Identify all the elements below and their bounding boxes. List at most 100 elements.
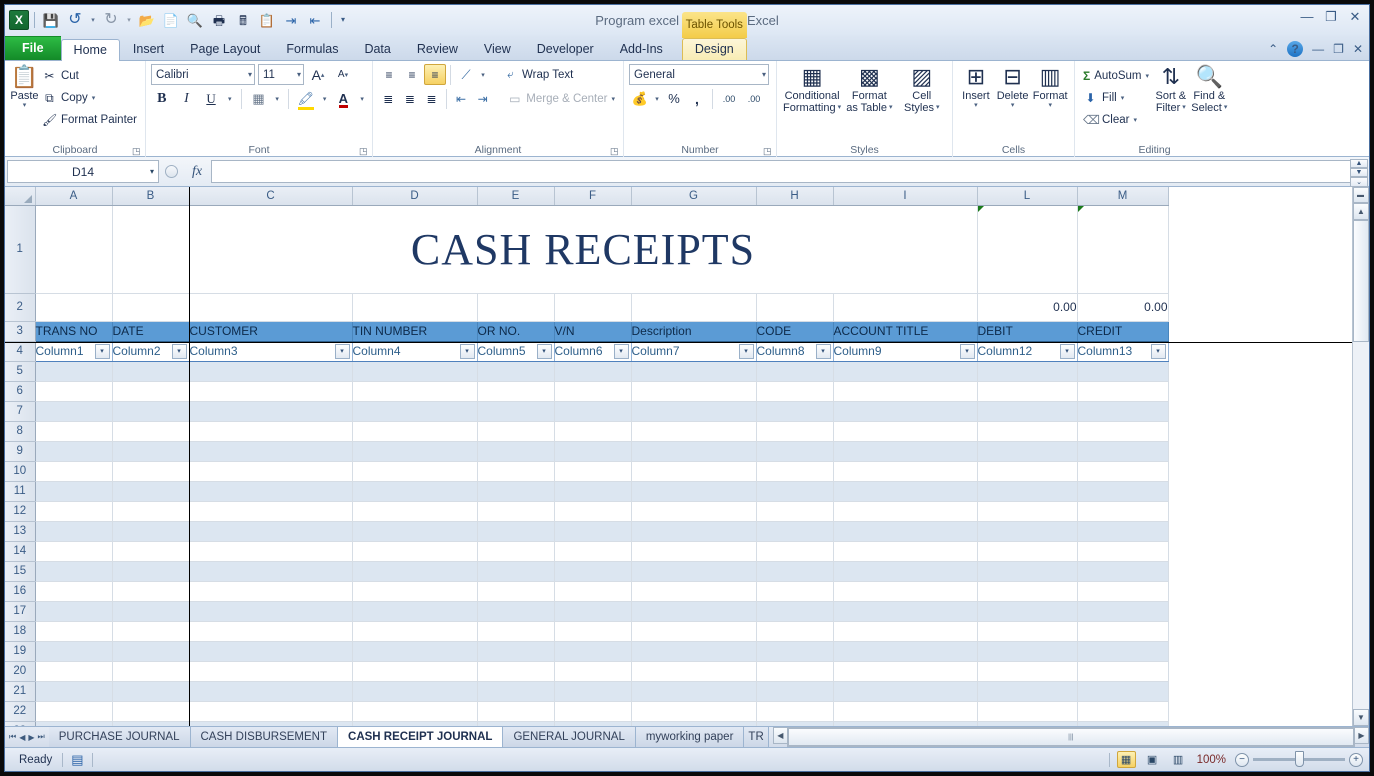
cell-H12[interactable] xyxy=(756,501,834,522)
cell-B6[interactable] xyxy=(112,381,190,402)
cell-M5[interactable] xyxy=(1077,361,1169,382)
cell-H19[interactable] xyxy=(756,641,834,662)
row-header-23[interactable]: 23 xyxy=(5,721,36,726)
align-right-button[interactable]: ≣ xyxy=(421,88,442,109)
table-row[interactable]: 15 xyxy=(5,561,1169,582)
sheet-tab-cash-disbursement[interactable]: CASH DISBURSEMENT xyxy=(190,727,339,747)
cell-I13[interactable] xyxy=(833,521,978,542)
vertical-scrollbar[interactable]: ▬ ▲ ▼ xyxy=(1352,187,1369,726)
header-tin-number[interactable]: TIN NUMBER xyxy=(352,321,478,342)
vertical-scroll-track[interactable] xyxy=(1353,342,1369,709)
tab-add-ins[interactable]: Add-Ins xyxy=(607,38,676,61)
macro-record-icon[interactable]: ▤ xyxy=(63,752,91,768)
filter-column6[interactable]: Column6 ▾ xyxy=(554,341,632,362)
cell-L10[interactable] xyxy=(977,461,1078,482)
name-box-dropdown-icon[interactable]: ▾ xyxy=(150,167,154,176)
window-close-icon[interactable]: ✕ xyxy=(1353,42,1363,56)
cell-I15[interactable] xyxy=(833,561,978,582)
cell-D13[interactable] xyxy=(352,521,478,542)
cell-E15[interactable] xyxy=(477,561,555,582)
column-header-A[interactable]: A xyxy=(35,187,113,206)
cell-E7[interactable] xyxy=(477,401,555,422)
decrease-indent-button[interactable]: ⇤ xyxy=(451,88,472,109)
cell-H21[interactable] xyxy=(756,681,834,702)
filter-dropdown-icon[interactable]: ▾ xyxy=(613,343,629,359)
formula-bar-down-icon[interactable]: ▼ xyxy=(1350,168,1368,177)
cell-I6[interactable] xyxy=(833,381,978,402)
cell-G23[interactable] xyxy=(631,721,757,726)
sort-filter-dropdown-icon[interactable]: ▾ xyxy=(1182,104,1186,112)
cell-G21[interactable] xyxy=(631,681,757,702)
cell-H10[interactable] xyxy=(756,461,834,482)
cell-L6[interactable] xyxy=(977,381,1078,402)
conditional-formatting-dropdown-icon[interactable]: ▾ xyxy=(838,104,842,112)
insert-cells-dropdown-icon[interactable]: ▾ xyxy=(974,102,978,110)
table-row[interactable]: 21 xyxy=(5,681,1169,702)
cell-A8[interactable] xyxy=(35,421,113,442)
column-header-row[interactable]: A B C D E F G H I L M xyxy=(5,187,1169,206)
cell-I5[interactable] xyxy=(833,361,978,382)
format-as-table-button[interactable]: ▩ Format as Table ▾ xyxy=(842,64,896,143)
cell-A19[interactable] xyxy=(35,641,113,662)
name-box-resize-handle[interactable] xyxy=(159,157,183,186)
underline-dropdown-icon[interactable]: ▾ xyxy=(225,88,235,109)
cell-L20[interactable] xyxy=(977,661,1078,682)
cell-L9[interactable] xyxy=(977,441,1078,462)
cell-D9[interactable] xyxy=(352,441,478,462)
cell-M21[interactable] xyxy=(1077,681,1169,702)
window-minimize-icon-top[interactable]: — xyxy=(1299,9,1315,25)
cell-H13[interactable] xyxy=(756,521,834,542)
row-header-6[interactable]: 6 xyxy=(5,381,36,402)
find-select-dropdown-icon[interactable]: ▾ xyxy=(1224,104,1228,112)
table-row[interactable]: 19 xyxy=(5,641,1169,662)
scroll-up-button[interactable]: ▲ xyxy=(1353,203,1369,220)
cell-D10[interactable] xyxy=(352,461,478,482)
filter-dropdown-icon[interactable]: ▾ xyxy=(171,343,187,359)
cell-L16[interactable] xyxy=(977,581,1078,602)
cell-A13[interactable] xyxy=(35,521,113,542)
cell-I16[interactable] xyxy=(833,581,978,602)
cell-D14[interactable] xyxy=(352,541,478,562)
tab-formulas[interactable]: Formulas xyxy=(273,38,351,61)
cell-F8[interactable] xyxy=(554,421,632,442)
cell-F5[interactable] xyxy=(554,361,632,382)
cell-G9[interactable] xyxy=(631,441,757,462)
align-middle-button[interactable]: ≡ xyxy=(401,64,423,85)
table-row[interactable]: 16 xyxy=(5,581,1169,602)
help-icon[interactable]: ? xyxy=(1287,41,1304,57)
font-color-button[interactable]: A xyxy=(333,88,355,109)
borders-button[interactable]: ▦ xyxy=(248,88,270,109)
cell-C6[interactable] xyxy=(189,381,353,402)
cell-H18[interactable] xyxy=(756,621,834,642)
cell-G13[interactable] xyxy=(631,521,757,542)
cell-L15[interactable] xyxy=(977,561,1078,582)
cell-M17[interactable] xyxy=(1077,601,1169,622)
cell-H14[interactable] xyxy=(756,541,834,562)
ribbon-right-controls[interactable]: ⌃ ? — ❐ ✕ xyxy=(1268,41,1363,57)
cell-L13[interactable] xyxy=(977,521,1078,542)
cell-I17[interactable] xyxy=(833,601,978,622)
cell-E6[interactable] xyxy=(477,381,555,402)
format-painter-button[interactable]: 🖌 Format Painter xyxy=(39,110,140,130)
cell-G16[interactable] xyxy=(631,581,757,602)
cell-F18[interactable] xyxy=(554,621,632,642)
cell-B19[interactable] xyxy=(112,641,190,662)
filter-column8[interactable]: Column8 ▾ xyxy=(756,341,834,362)
table-row[interactable]: 18 xyxy=(5,621,1169,642)
row-header-20[interactable]: 20 xyxy=(5,661,36,682)
quick-access-toolbar[interactable]: X 💾 ↺ ▾ ↻ ▾ 📂 📄 🔍 🖶 🖩 📋 ⇥ ⇤ ▾ xyxy=(5,9,349,31)
zoom-level-label[interactable]: 100% xyxy=(1195,754,1228,766)
cell-F13[interactable] xyxy=(554,521,632,542)
cell-M15[interactable] xyxy=(1077,561,1169,582)
number-format-select[interactable]: General ▾ xyxy=(629,64,769,85)
cell-F17[interactable] xyxy=(554,601,632,622)
cell-A23[interactable] xyxy=(35,721,113,726)
normal-view-button[interactable]: ▦ xyxy=(1116,751,1136,768)
cell-styles-button[interactable]: ▨ Cell Styles ▾ xyxy=(897,64,947,143)
zoom-out-button[interactable]: − xyxy=(1235,752,1249,767)
cell-F16[interactable] xyxy=(554,581,632,602)
cell-C12[interactable] xyxy=(189,501,353,522)
table-row[interactable]: 23 xyxy=(5,721,1169,726)
cell-B1[interactable] xyxy=(112,205,190,294)
cell-M2-credit-total[interactable]: 0.00 xyxy=(1077,293,1169,322)
